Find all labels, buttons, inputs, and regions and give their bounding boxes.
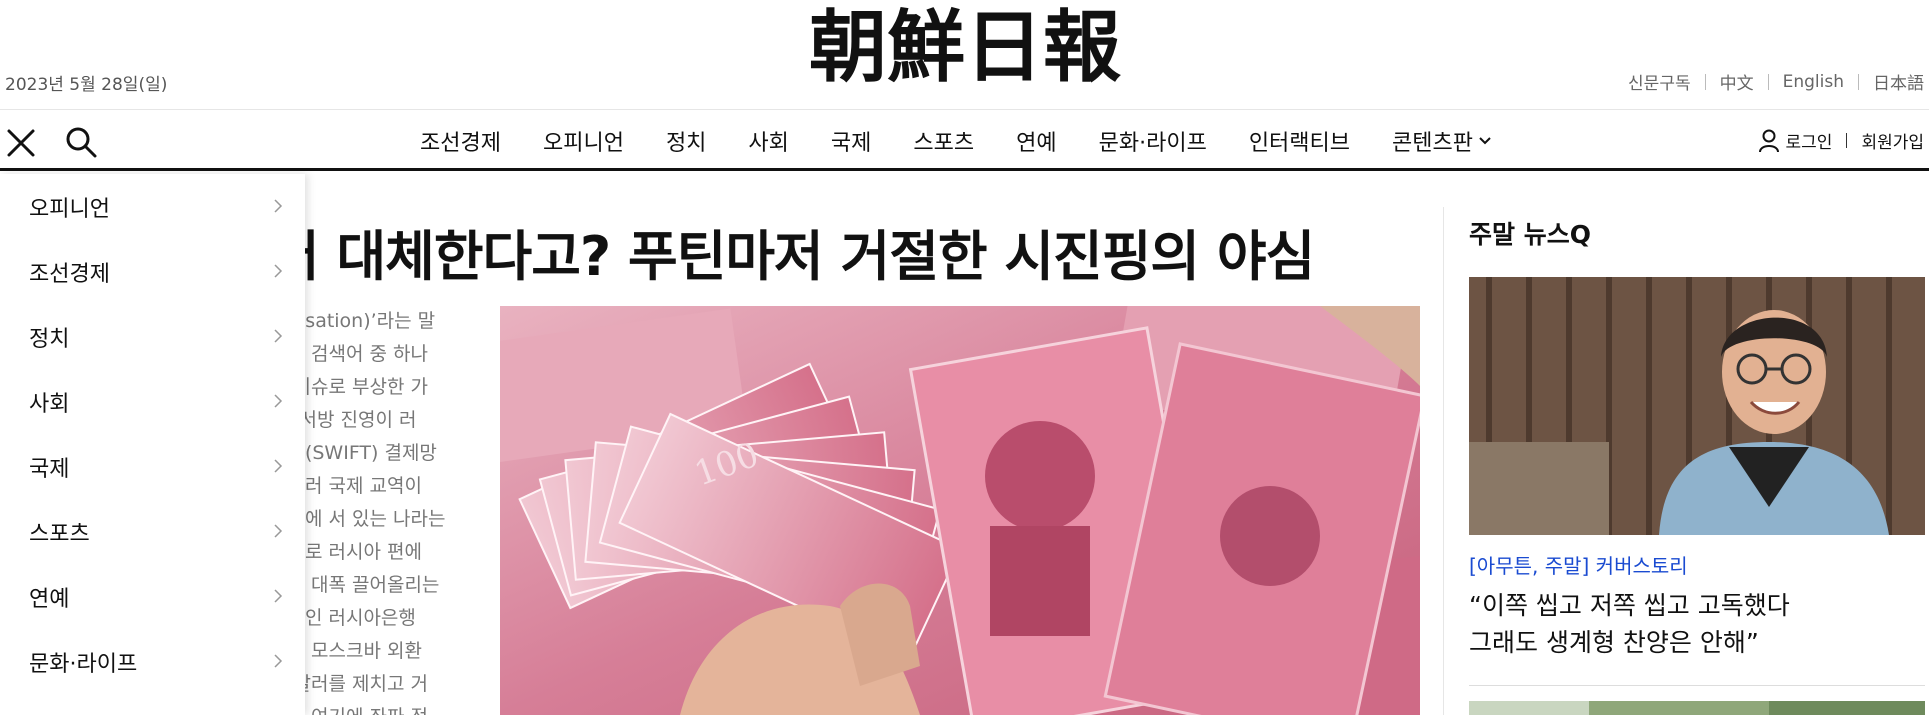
side-item-politics[interactable]: 정치 (0, 304, 305, 369)
nav-item-culture[interactable]: 문화·라이프 (1099, 125, 1207, 157)
side-item-label: 연예 (29, 586, 70, 612)
sidebar-headline[interactable]: “이쪽 씹고 저쪽 씹고 고독했다 그래도 생계형 찬양은 안해” (1469, 587, 1919, 661)
user-icon[interactable] (1758, 129, 1780, 153)
next-article-photo[interactable] (1469, 701, 1925, 715)
nav-item-interactive[interactable]: 인터랙티브 (1249, 125, 1350, 157)
side-item-label: 조선경제 (29, 261, 110, 287)
chevron-right-icon (274, 199, 283, 213)
english-link[interactable]: English (1783, 72, 1844, 92)
side-item-culture[interactable]: 문화·라이프 (0, 629, 305, 694)
nav-item-society[interactable]: 사회 (748, 125, 788, 157)
chinese-link[interactable]: 中文 (1720, 69, 1754, 94)
divider (1767, 73, 1769, 90)
headline-line: 그래도 생계형 찬양은 안해” (1469, 628, 1759, 657)
side-item-label: 스포츠 (29, 521, 90, 547)
nav-item-economy[interactable]: 조선경제 (420, 125, 501, 157)
nav-item-sports[interactable]: 스포츠 (913, 125, 974, 157)
nav-item-contents-label: 콘텐츠판 (1392, 131, 1473, 156)
side-item-international[interactable]: 국제 (0, 434, 305, 499)
side-item-label: 국제 (29, 456, 70, 482)
account-area: 로그인 회원가입 (1758, 128, 1924, 153)
current-date: 2023년 5월 28일(일) (5, 75, 168, 95)
nav-item-contents[interactable]: 콘텐츠판 (1392, 125, 1491, 157)
chosun-ilbo-logo[interactable]: 朝鮮日報 (760, 2, 1170, 93)
side-item-label: 문화·라이프 (29, 651, 138, 677)
chevron-right-icon (274, 394, 283, 408)
logo-text: 朝鮮日報 (809, 2, 1121, 92)
section-title[interactable]: 주말 뉴스Q (1469, 215, 1591, 251)
chevron-right-icon (274, 264, 283, 278)
close-icon[interactable] (5, 127, 37, 159)
top-header: 2023년 5월 28일(일) 朝鮮日報 신문구독 中文 English 日本語 (0, 0, 1929, 110)
divider (1469, 685, 1925, 686)
headline-line: “이쪽 씹고 저쪽 씹고 고독했다 (1469, 591, 1790, 620)
search-icon[interactable] (64, 125, 98, 159)
chevron-right-icon (274, 459, 283, 473)
chevron-right-icon (274, 589, 283, 603)
side-item-entertainment[interactable]: 연예 (0, 564, 305, 629)
side-item-economy[interactable]: 조선경제 (0, 239, 305, 304)
login-link[interactable]: 로그인 (1786, 128, 1833, 153)
signup-link[interactable]: 회원가입 (1861, 128, 1924, 153)
side-item-society[interactable]: 사회 (0, 369, 305, 434)
interview-photo[interactable] (1469, 277, 1925, 535)
nav-item-international[interactable]: 국제 (831, 125, 871, 157)
divider (1858, 73, 1859, 90)
page: 2023년 5월 28일(일) 朝鮮日報 신문구독 中文 English 日本語… (0, 0, 1929, 715)
divider (1846, 133, 1848, 148)
subscribe-link[interactable]: 신문구독 (1628, 69, 1691, 94)
main-nav: 조선경제 오피니언 정치 사회 국제 스포츠 연예 문화·라이프 인터랙티브 콘… (0, 111, 1929, 171)
japanese-link[interactable]: 日本語 (1873, 69, 1924, 94)
chevron-right-icon (274, 329, 283, 343)
chevron-right-icon (274, 654, 283, 668)
side-menu-panel: 오피니언 조선경제 정치 사회 국제 스포츠 연예 문화·라이프 (0, 174, 305, 715)
article-photo-yuan-banknotes[interactable]: 100 (500, 306, 1420, 715)
nav-item-entertainment[interactable]: 연예 (1016, 125, 1056, 157)
side-item-label: 오피니언 (29, 196, 110, 222)
divider (1704, 73, 1706, 90)
chevron-right-icon (274, 524, 283, 538)
article-headline[interactable]: 러 대체한다고? 푸틴마저 거절한 시진핑의 야심 (270, 212, 1315, 291)
side-item-label: 정치 (29, 326, 70, 352)
article-kicker[interactable]: [아무튼, 주말] 커버스토리 (1469, 550, 1688, 579)
chevron-down-icon (1479, 137, 1491, 145)
nav-item-politics[interactable]: 정치 (666, 125, 706, 157)
side-item-label: 사회 (29, 391, 70, 417)
weekend-news-section: 주말 뉴스Q [아무튼, 주말] 커버스토리 “이쪽 씹고 저쪽 씹고 고독했다… (1443, 207, 1929, 715)
side-item-sports[interactable]: 스포츠 (0, 499, 305, 564)
nav-item-opinion[interactable]: 오피니언 (543, 125, 624, 157)
nav-menu: 조선경제 오피니언 정치 사회 국제 스포츠 연예 문화·라이프 인터랙티브 콘… (420, 111, 1491, 171)
top-links: 신문구독 中文 English 日本語 (1628, 69, 1924, 95)
side-item-opinion[interactable]: 오피니언 (0, 174, 305, 239)
